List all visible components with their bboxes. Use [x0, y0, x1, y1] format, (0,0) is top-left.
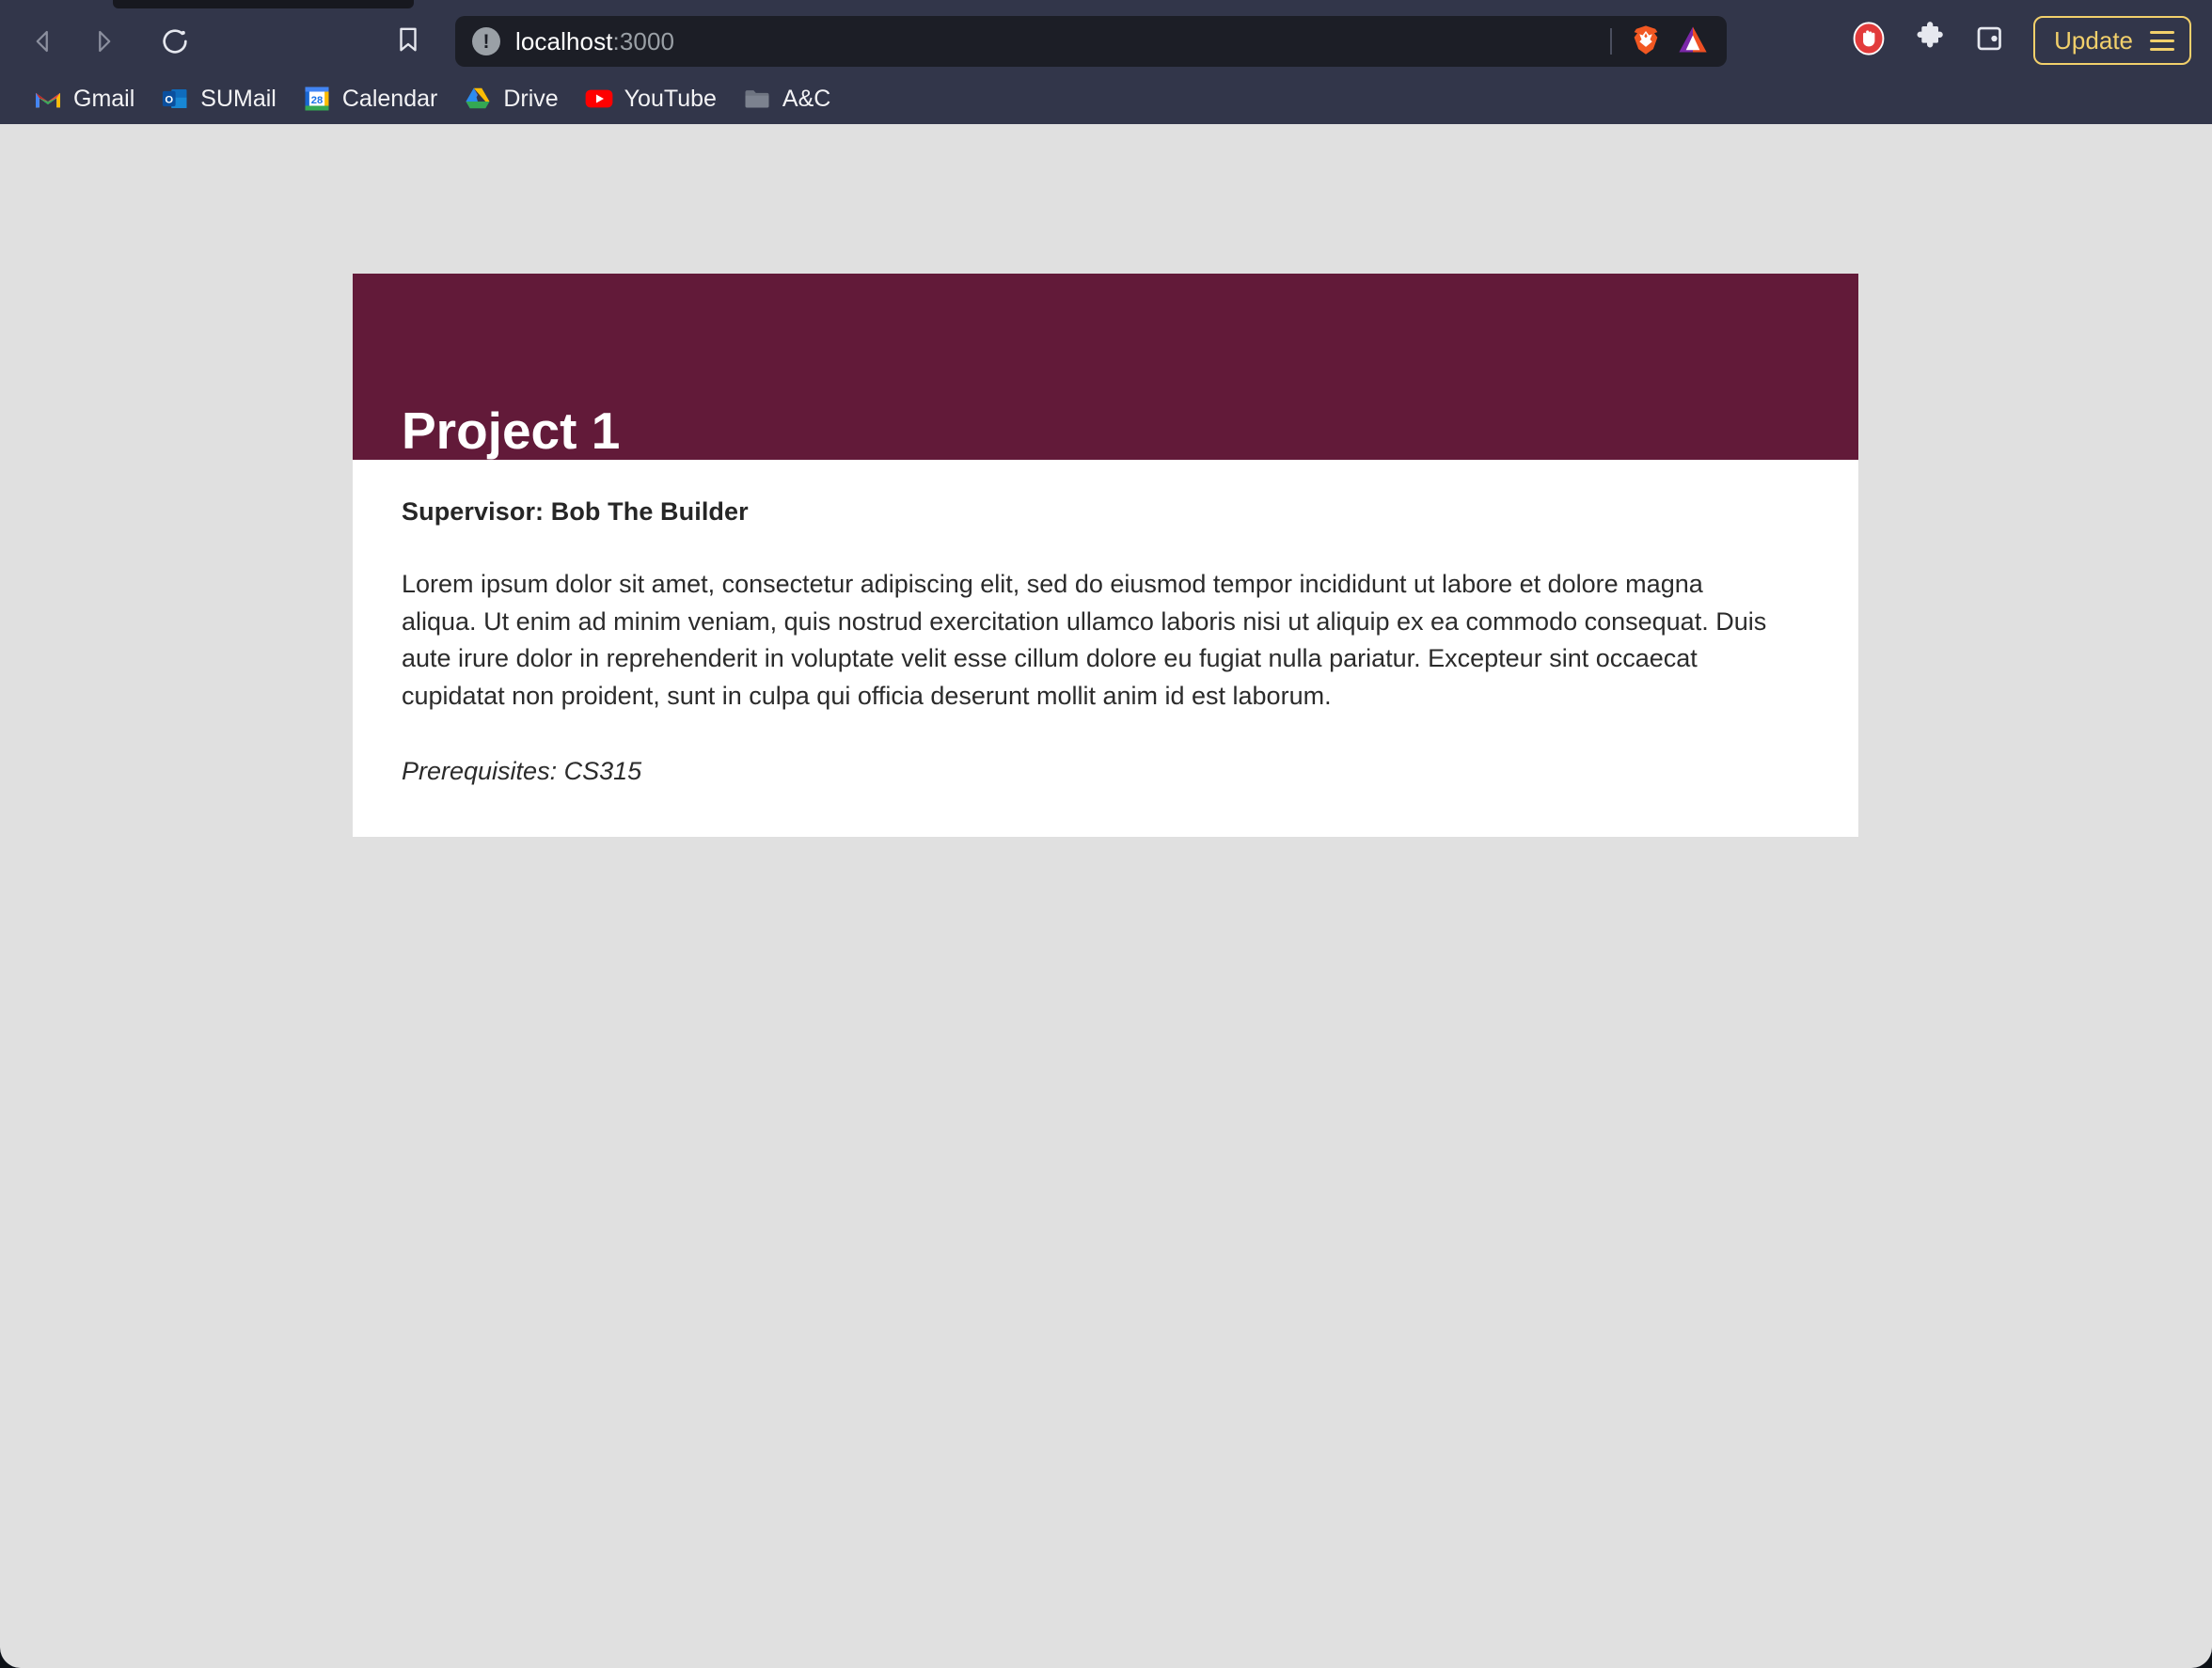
- google-drive-icon: [464, 85, 492, 113]
- browser-window: ! localhost:3000 Update Gmail O SUMail 2…: [0, 0, 2212, 1668]
- project-title: Project 1: [402, 401, 621, 460]
- toolbar-right-actions: Update: [1851, 12, 2191, 69]
- bookmark-label: Gmail: [73, 85, 135, 112]
- hamburger-menu-icon[interactable]: [2150, 30, 2174, 51]
- url-text: localhost:3000: [515, 27, 674, 56]
- bookmarks-bar: Gmail O SUMail 28 Calendar Drive YouTube…: [0, 73, 2212, 124]
- address-bar[interactable]: ! localhost:3000: [455, 16, 1727, 67]
- bookmark-folder-a-and-c[interactable]: A&C: [730, 79, 844, 118]
- bookmark-label: A&C: [782, 85, 831, 112]
- bookmark-label: YouTube: [624, 85, 717, 112]
- project-description: Lorem ipsum dolor sit amet, consectetur …: [402, 570, 1767, 711]
- url-port: :3000: [612, 26, 675, 55]
- project-card-header: Project 1: [353, 274, 1858, 460]
- bookmark-gmail[interactable]: Gmail: [21, 79, 148, 118]
- bookmark-drive[interactable]: Drive: [450, 79, 571, 118]
- project-card: Project 1 Supervisor: Bob The Builder Lo…: [353, 274, 1858, 837]
- brave-lion-shields-icon[interactable]: [1629, 23, 1663, 61]
- project-card-body: Supervisor: Bob The Builder Lorem ipsum …: [353, 460, 1858, 837]
- bookmark-sumail[interactable]: O SUMail: [148, 79, 290, 118]
- update-label: Update: [2054, 25, 2133, 55]
- calendar-day-number: 28: [311, 95, 324, 106]
- tab-strip: [0, 0, 2212, 8]
- bookmark-label: Calendar: [341, 85, 438, 112]
- active-tab[interactable]: [113, 0, 414, 8]
- back-button[interactable]: [17, 15, 70, 68]
- youtube-icon: [585, 85, 613, 113]
- update-button[interactable]: Update: [2033, 16, 2191, 65]
- prerequisites-label: Prerequisites: CS315: [402, 756, 642, 785]
- bookmark-calendar[interactable]: 28 Calendar: [290, 79, 450, 118]
- stop-hand-adblock-icon[interactable]: [1851, 21, 1887, 61]
- extensions-puzzle-icon[interactable]: [1913, 21, 1947, 60]
- reload-button[interactable]: [149, 15, 201, 68]
- navigation-buttons: [17, 15, 201, 68]
- bookmark-icon: [394, 25, 422, 58]
- forward-button[interactable]: [77, 15, 130, 68]
- omnibox-actions: [1610, 23, 1714, 61]
- bookmark-youtube[interactable]: YouTube: [572, 79, 730, 118]
- folder-icon: [743, 85, 771, 113]
- supervisor-label: Supervisor: Bob The Builder: [402, 497, 749, 526]
- site-info-glyph: !: [482, 30, 490, 53]
- reload-icon: [160, 26, 190, 56]
- svg-text:O: O: [166, 94, 174, 105]
- outlook-icon: O: [161, 85, 189, 113]
- bookmark-label: SUMail: [200, 85, 276, 112]
- gmail-icon: [34, 85, 62, 113]
- omnibox-divider: [1610, 28, 1612, 55]
- google-calendar-icon: 28: [303, 85, 331, 113]
- brave-wallet-icon[interactable]: [1973, 22, 2007, 60]
- forward-arrow-icon: [89, 27, 118, 55]
- bookmark-label: Drive: [503, 85, 559, 112]
- bookmark-page-button[interactable]: [386, 19, 431, 64]
- back-arrow-icon: [29, 27, 57, 55]
- info-circle-icon[interactable]: !: [472, 27, 500, 55]
- omnibox-container: ! localhost:3000: [455, 16, 1727, 67]
- browser-toolbar: ! localhost:3000 Update: [0, 8, 2212, 73]
- brave-bat-triangle-icon[interactable]: [1676, 23, 1710, 61]
- url-host: localhost: [515, 26, 613, 55]
- page-viewport: Project 1 Supervisor: Bob The Builder Lo…: [0, 124, 2212, 1668]
